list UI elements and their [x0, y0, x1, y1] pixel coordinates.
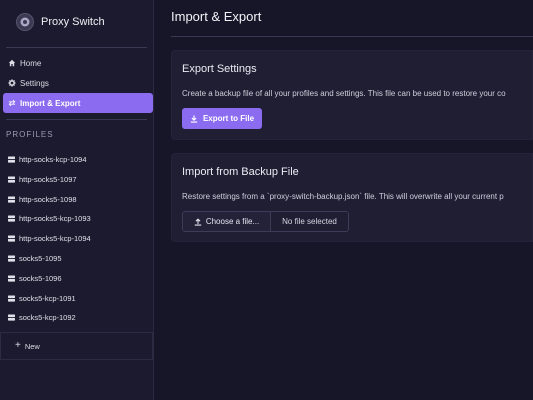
nav-item-home[interactable]: Home	[3, 54, 153, 72]
new-profile-label: New	[24, 341, 40, 351]
profile-name: http-socks5-1097	[19, 174, 77, 184]
profile-item[interactable]: socks5-1096	[3, 270, 153, 286]
gear-icon	[8, 79, 16, 87]
app-logo-icon	[16, 13, 34, 31]
profile-item[interactable]: http-socks5-kcp-1094	[3, 230, 153, 246]
import-card-title: Import from Backup File	[182, 166, 299, 178]
sidebar: Proxy Switch Home Settings Import & Expo…	[0, 0, 154, 400]
page-title: Import & Export	[171, 9, 262, 24]
plus-icon: +	[15, 340, 21, 351]
server-icon	[8, 214, 15, 222]
choose-file-label: Choose a file...	[205, 217, 260, 226]
swap-arrows-icon	[8, 99, 16, 107]
profile-item[interactable]: socks5-kcp-1091	[3, 290, 153, 306]
file-status-text: No file selected	[271, 212, 348, 231]
nav-item-settings[interactable]: Settings	[3, 74, 153, 92]
profile-name: socks5-1095	[19, 253, 62, 263]
nav-item-import-export[interactable]: Import & Export	[3, 93, 153, 113]
server-icon	[8, 195, 15, 203]
title-divider	[171, 36, 533, 37]
server-icon	[8, 294, 15, 302]
profile-name: socks5-kcp-1091	[19, 293, 76, 303]
sidebar-divider	[6, 47, 147, 48]
profile-item[interactable]: http-socks5-1098	[3, 191, 153, 207]
nav-item-label: Settings	[20, 78, 49, 88]
new-profile-button[interactable]: + New	[0, 332, 153, 360]
export-to-file-button[interactable]: Export to File	[182, 108, 262, 129]
nav-item-label: Home	[20, 58, 42, 68]
profile-name: socks5-1096	[19, 273, 62, 283]
main-content: Import & Export Export Settings Create a…	[155, 0, 533, 400]
sidebar-divider	[6, 119, 147, 120]
export-card-description: Create a backup file of all your profile…	[182, 89, 506, 98]
upload-icon	[194, 217, 202, 226]
export-button-label: Export to File	[202, 114, 255, 123]
import-backup-card: Import from Backup File Restore settings…	[171, 153, 533, 242]
profile-item[interactable]: socks5-1095	[3, 250, 153, 266]
export-card-title: Export Settings	[182, 63, 257, 75]
import-card-description: Restore settings from a `proxy-switch-ba…	[182, 192, 504, 201]
home-icon	[8, 59, 16, 67]
file-picker[interactable]: Choose a file... No file selected	[182, 211, 349, 232]
download-icon	[190, 114, 198, 123]
server-icon	[8, 313, 15, 321]
profile-item[interactable]: http-socks-kcp-1094	[3, 151, 153, 167]
profile-name: http-socks5-1098	[19, 194, 77, 204]
export-settings-card: Export Settings Create a backup file of …	[171, 50, 533, 140]
server-icon	[8, 155, 15, 163]
profile-name: http-socks5-kcp-1093	[19, 213, 91, 223]
profile-name: http-socks5-kcp-1094	[19, 233, 91, 243]
nav-item-label: Import & Export	[20, 98, 81, 108]
server-icon	[8, 175, 15, 183]
profile-item[interactable]: http-socks5-1097	[3, 171, 153, 187]
profile-item[interactable]: http-socks5-kcp-1093	[3, 210, 153, 226]
profile-item[interactable]: socks5-kcp-1092	[3, 309, 153, 325]
profile-name: http-socks-kcp-1094	[19, 154, 87, 164]
app-brand[interactable]: Proxy Switch	[16, 11, 105, 33]
server-icon	[8, 274, 15, 282]
server-icon	[8, 234, 15, 242]
app-name: Proxy Switch	[41, 16, 105, 28]
choose-file-button[interactable]: Choose a file...	[183, 212, 271, 231]
profiles-section-title: PROFILES	[6, 130, 54, 139]
server-icon	[8, 254, 15, 262]
profile-name: socks5-kcp-1092	[19, 312, 76, 322]
